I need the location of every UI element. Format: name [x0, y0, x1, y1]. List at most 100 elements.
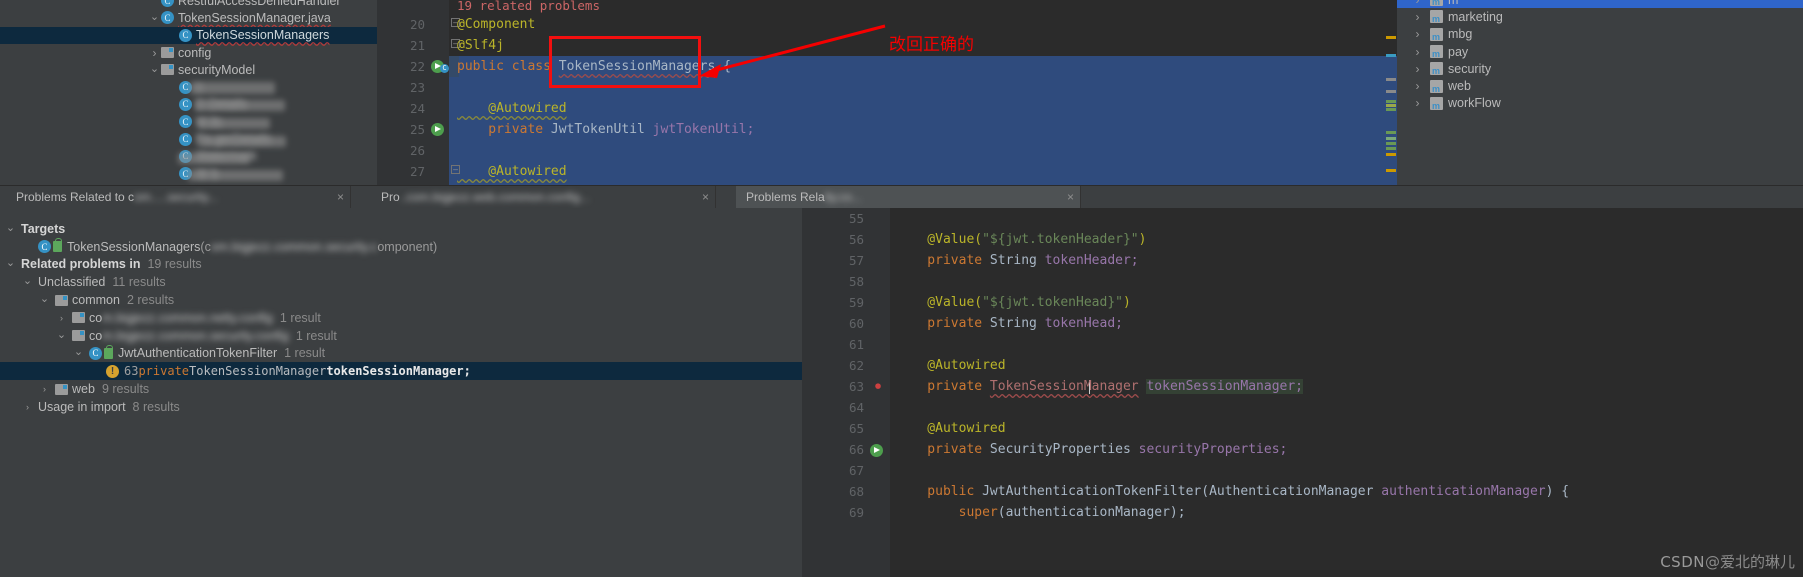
code-token: AuthenticationManager — [1209, 484, 1382, 499]
maven-module-icon — [1430, 0, 1443, 7]
related-problems-tree[interactable]: ⌄ Targets C TokenSessionManagers (c om.bigje… — [0, 208, 802, 577]
code-token: tokenSessionManager; — [1146, 379, 1304, 394]
tab-label: Problems Related to c — [16, 190, 135, 204]
chevron-right-icon[interactable]: › — [1411, 79, 1424, 93]
problem-item-redacted: m.bigjezz.common.netty.config — [102, 310, 273, 325]
folder-icon — [161, 47, 174, 59]
class-icon: C — [179, 132, 192, 146]
problem-item-label: co — [89, 310, 103, 325]
maven-module-row[interactable]: › security — [1397, 60, 1803, 77]
editor-marker-strip[interactable] — [1385, 0, 1397, 185]
line-number: 60 — [848, 316, 864, 331]
folder-icon — [72, 330, 85, 342]
marker-stripe — [1386, 153, 1396, 156]
code-line: 57 private String tokenHeader; — [802, 250, 1803, 271]
tab-close-icon[interactable]: × — [702, 190, 709, 204]
run-icon[interactable] — [431, 123, 444, 136]
problem-tree-row[interactable]: ⌄ Targets — [0, 220, 802, 238]
twisty-icon[interactable]: › — [55, 313, 68, 323]
run-icon[interactable] — [870, 444, 883, 457]
run-gutter-icon[interactable] — [431, 119, 447, 140]
problem-tree-row[interactable]: C TokenSessionManagers (c om.bigjezz.commo… — [0, 238, 802, 256]
code-line: 56 @Value("${jwt.tokenHeader}") — [802, 229, 1803, 250]
tree-row[interactable]: Cs — [0, 79, 377, 96]
twisty-icon[interactable]: › — [38, 384, 51, 394]
problem-code-type: TokenSessionManager — [189, 364, 327, 379]
code-token: tokenHead; — [1044, 316, 1123, 331]
chevron-right-icon[interactable]: › — [1411, 96, 1424, 110]
folder-icon — [55, 383, 68, 395]
tree-row[interactable]: ⌄ securityModel — [0, 61, 377, 78]
twisty-icon[interactable]: ⌄ — [148, 10, 161, 23]
problem-tree-row[interactable]: ⌄ Related problems in 19 results — [0, 256, 802, 274]
problems-banner-label: 19 related problems — [457, 0, 600, 13]
project-files-tree[interactable]: C RestfulAccessDeniedHandler ⌄ C TokenSessio… — [0, 0, 377, 185]
maven-module-row[interactable]: › web — [1397, 78, 1803, 95]
class-icon: C — [179, 28, 192, 42]
twisty-icon[interactable]: › — [148, 46, 161, 60]
maven-module-row[interactable]: › pay — [1397, 43, 1803, 60]
code-token: tokenHeader; — [1044, 253, 1139, 268]
class-run-gutter-icon[interactable]: C — [431, 56, 449, 77]
problem-tree-row[interactable]: ⌄ co m.bigjezz.common.security.config 1 res… — [0, 327, 802, 345]
tab-close-icon[interactable]: × — [337, 190, 344, 204]
code-token: private — [896, 316, 990, 331]
code-editor-bottom[interactable]: 55 56 @Value("${jwt.tokenHeader}") 57 priv… — [802, 208, 1803, 577]
maven-module-row[interactable]: › marketing — [1397, 8, 1803, 25]
twisty-icon[interactable]: ⌄ — [72, 345, 85, 358]
problem-tree-row[interactable]: ⌄ common 2 results — [0, 291, 802, 309]
code-token: SecurityProperties — [989, 442, 1139, 457]
problems-tab-bar[interactable]: Problems Related to c om.....security...… — [0, 185, 1803, 208]
twisty-icon[interactable]: ⌄ — [4, 221, 17, 234]
twisty-icon[interactable]: ⌄ — [21, 274, 34, 287]
tree-row[interactable]: CM ils — [0, 113, 377, 130]
tree-row[interactable]: ⌄ C TokenSessionManager.java — [0, 9, 377, 26]
chevron-right-icon[interactable]: › — [1411, 45, 1424, 59]
maven-module-row[interactable]: › mbg — [1397, 26, 1803, 43]
problems-tab[interactable]: Problems Related to c om.....security...… — [6, 186, 351, 208]
tree-row[interactable]: CD Details — [0, 96, 377, 113]
error-gutter-icon[interactable]: ⏺ — [872, 380, 884, 392]
tree-row[interactable]: CPa gerDetails — [0, 130, 377, 147]
problem-tree-row[interactable]: ⌄ Unclassified 11 results — [0, 273, 802, 291]
chevron-right-icon[interactable]: › — [1411, 10, 1424, 24]
twisty-icon[interactable]: ⌄ — [4, 256, 17, 269]
tab-label-redacted: om.....security... — [134, 190, 218, 204]
chevron-right-icon[interactable]: › — [1411, 62, 1424, 76]
twisty-icon[interactable]: ⌄ — [38, 292, 51, 305]
twisty-icon[interactable]: ⌄ — [148, 62, 161, 75]
problem-item-paren-end: omponent) — [377, 239, 438, 254]
problem-tree-row[interactable]: › co m.bigjezz.common.netty.config 1 result — [0, 309, 802, 327]
lock-icon — [53, 238, 62, 253]
marker-stripe — [1386, 78, 1396, 81]
maven-module-row[interactable]: ›m — [1397, 0, 1803, 9]
chevron-right-icon[interactable]: › — [1411, 27, 1424, 41]
code-token: "${jwt.tokenHeader}" — [982, 232, 1139, 247]
code-line: 60 private String tokenHead; — [802, 313, 1803, 334]
maven-module-icon — [1430, 10, 1443, 24]
twisty-icon[interactable]: ⌄ — [55, 328, 68, 341]
problems-tab[interactable]: Problems Rela ity.co... × — [736, 186, 1081, 208]
problem-tree-row[interactable]: ⌄ C JwtAuthenticationTokenFilter 1 result — [0, 344, 802, 363]
code-token: @Component — [457, 17, 536, 32]
problems-tab[interactable]: Pro ..com.bigjezz.web.common.config... × — [371, 186, 716, 208]
problem-tree-row[interactable]: › Usage in import 8 results — [0, 398, 802, 416]
chevron-right-icon[interactable]: › — [1411, 0, 1424, 7]
line-number: 69 — [848, 505, 864, 520]
class-icon: C — [179, 97, 192, 111]
annotation-arrow — [699, 24, 886, 78]
tree-row[interactable]: › config — [0, 44, 377, 61]
maven-modules-panel[interactable]: ›m›marketing›mbg›pay›security›web›workFl… — [1397, 0, 1803, 185]
maven-module-row[interactable]: › workFlow — [1397, 95, 1803, 112]
redaction-smudge — [195, 100, 285, 111]
tree-row[interactable]: C RestfulAccessDeniedHandler — [0, 0, 377, 9]
tab-label-redacted: ..com.bigjezz.web.common.config... — [399, 190, 590, 204]
problem-tree-row[interactable]: › web 9 results — [0, 380, 802, 398]
code-token: ) — [1138, 232, 1147, 247]
twisty-icon[interactable]: › — [21, 402, 34, 412]
tree-row[interactable]: C TokenSessionManagers — [0, 26, 377, 44]
result-count: 1 result — [284, 346, 326, 361]
problem-tree-row[interactable]: ! 63 private TokenSessionManager tokenSes… — [0, 362, 802, 381]
code-editor-top[interactable]: 19 related problems 20– @Component 21– @Slf4… — [377, 0, 1397, 185]
tab-close-icon[interactable]: × — [1067, 190, 1074, 204]
